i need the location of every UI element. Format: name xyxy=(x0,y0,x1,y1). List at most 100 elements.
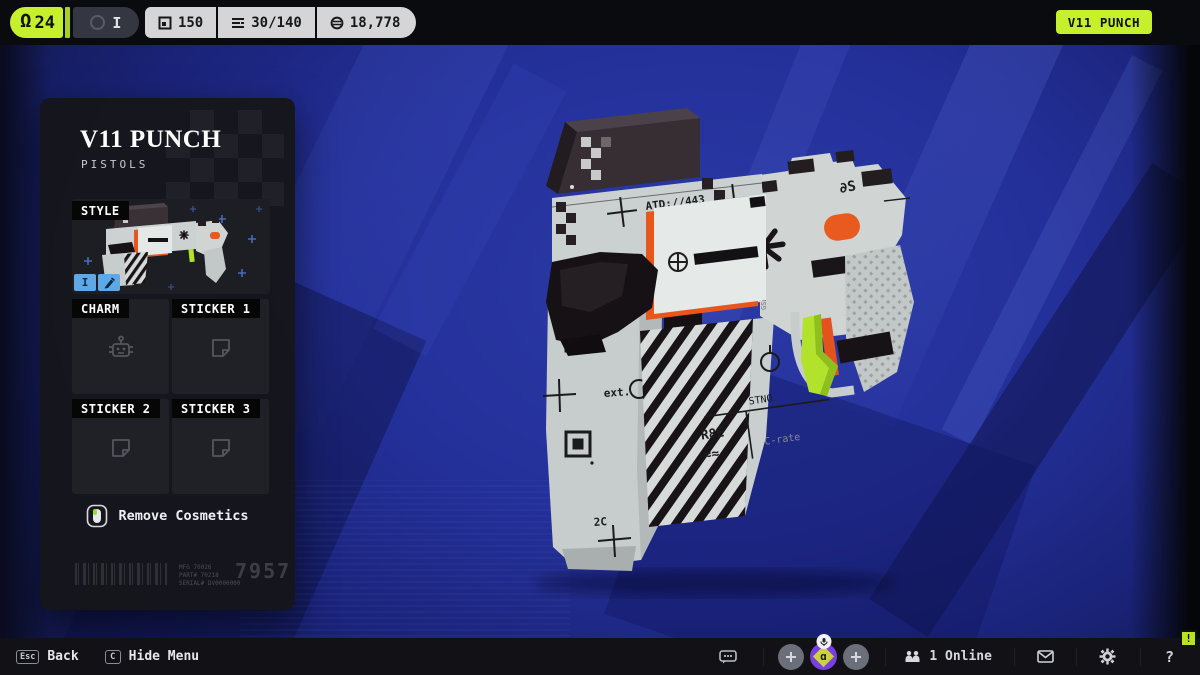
slot-sticker-1[interactable]: STICKER 1 xyxy=(172,299,269,394)
gun-hazard-panel xyxy=(640,296,753,527)
style-label: STYLE xyxy=(72,201,129,220)
gun-dark-block xyxy=(546,252,658,356)
gun-front-column: ext. 2C xyxy=(543,289,662,571)
gun-grip xyxy=(837,245,914,392)
asterisk-marker-icon xyxy=(740,224,785,269)
style-edit-badge xyxy=(98,274,120,291)
settings-button[interactable] xyxy=(1099,648,1116,665)
level-value: 24 xyxy=(34,13,54,33)
style-badges: I xyxy=(74,274,120,291)
checker-decor xyxy=(166,110,284,208)
slot-charm-label: CHARM xyxy=(72,299,129,318)
gun-trigger-group xyxy=(795,312,854,396)
customization-panel: V11 PUNCH PISTOLS xyxy=(40,98,295,610)
slot-sticker-3[interactable]: STICKER 3 xyxy=(172,399,269,494)
help-button[interactable]: ? xyxy=(1165,648,1174,666)
gun-label-r8e: R8E xyxy=(700,425,725,443)
help-label: ? xyxy=(1165,648,1174,666)
gear-icon xyxy=(1099,648,1116,665)
hide-menu-button[interactable]: C Hide Menu xyxy=(105,649,199,664)
gun-orange-card xyxy=(646,194,766,320)
level-pill-divider xyxy=(65,7,70,38)
dot-matrix-digits: 7957 xyxy=(235,559,291,583)
players-online-icon xyxy=(904,650,921,663)
equipped-weapon-badge: V11 PUNCH xyxy=(1056,10,1152,34)
gun-side-serial: GSE 1.1 NCM511 xyxy=(760,251,768,310)
remove-cosmetics-button[interactable]: Remove Cosmetics xyxy=(40,504,295,528)
bar-divider xyxy=(763,648,764,666)
gun-label-stno: STNO xyxy=(748,393,773,407)
cross-marker-icon xyxy=(717,182,750,215)
frame-icon xyxy=(158,16,172,30)
plus-icon xyxy=(785,651,797,663)
cross-marker-icon xyxy=(598,525,631,557)
remove-cosmetics-label: Remove Cosmetics xyxy=(118,508,248,524)
bar-divider xyxy=(885,648,886,666)
avatar-emblem: ɑ xyxy=(813,646,834,667)
back-label: Back xyxy=(47,649,78,664)
add-party-member-button[interactable] xyxy=(843,644,869,670)
add-party-member-button[interactable] xyxy=(778,644,804,670)
gun-label-ext: ext. xyxy=(603,385,630,400)
credits-icon xyxy=(330,16,344,30)
online-status[interactable]: 1 Online xyxy=(904,649,992,664)
notification-badge-label: ! xyxy=(1185,632,1192,645)
stat-credits[interactable]: 18,778 xyxy=(317,7,417,38)
notification-badge[interactable]: ! xyxy=(1180,630,1197,647)
slot-charm[interactable]: CHARM xyxy=(72,299,169,394)
level-pill[interactable]: Ω 24 xyxy=(10,7,63,38)
gun-rear-body: ∂S GSE 1.1 NCM511 STNO R8E ≈≈ C-rate xyxy=(696,150,910,465)
footer-line: PART# 70218 xyxy=(179,572,240,580)
page-title: V11 PUNCH xyxy=(80,126,221,154)
rank-value: I xyxy=(112,14,121,32)
rank-ring-icon xyxy=(90,15,105,30)
cosmetic-slots: CHARM STICKER 1 STICKER 2 xyxy=(72,299,269,494)
gun-suppressor xyxy=(546,108,700,194)
slot-sticker-3-label: STICKER 3 xyxy=(172,399,260,418)
hide-menu-label: Hide Menu xyxy=(129,649,199,664)
rank-pill[interactable]: I xyxy=(73,7,139,38)
robot-charm-icon xyxy=(106,334,136,362)
style-edit-icon xyxy=(103,277,115,289)
currency-group: 150 30/140 18,778 xyxy=(145,7,416,38)
bracket-marker-icon xyxy=(566,327,590,351)
mouse-click-icon xyxy=(86,504,108,528)
gun-shadow xyxy=(535,570,895,596)
cross-marker-icon xyxy=(543,379,576,412)
gun-mid-strip xyxy=(745,317,774,516)
back-button[interactable]: Esc Back xyxy=(16,649,79,664)
style-tier-label: I xyxy=(82,276,89,289)
stat-rounds[interactable]: 30/140 xyxy=(218,7,317,38)
stat-frames-value: 150 xyxy=(178,15,203,31)
cross-marker-icon xyxy=(605,195,638,228)
plus-icon xyxy=(850,651,862,663)
player-avatar[interactable]: ɑ xyxy=(810,643,837,670)
style-tier-badge: I xyxy=(74,274,96,291)
weapon-category: PISTOLS xyxy=(81,158,148,171)
chat-button[interactable] xyxy=(719,650,737,664)
gun-label-wave: ≈≈ xyxy=(703,446,721,463)
stat-rounds-value: 30/140 xyxy=(251,15,302,31)
bar-divider xyxy=(1014,648,1015,666)
slot-sticker-2[interactable]: STICKER 2 xyxy=(72,399,169,494)
sticker-icon xyxy=(107,434,135,462)
bottom-bar: Esc Back C Hide Menu ɑ xyxy=(0,638,1200,675)
stat-frames[interactable]: 150 xyxy=(145,7,218,38)
gun-label-atd: ATD://443 xyxy=(645,193,706,213)
circle-cross-icon xyxy=(669,253,687,271)
mail-icon xyxy=(1037,650,1054,663)
inbox-button[interactable] xyxy=(1037,650,1054,663)
gun-spec-table: STNO R8E ≈≈ C-rate xyxy=(696,386,835,466)
gun-label-2c: 2C xyxy=(593,515,607,529)
top-bar: Ω 24 I 150 30/140 18,778 xyxy=(0,0,1200,45)
slot-sticker-2-label: STICKER 2 xyxy=(72,399,160,418)
slot-sticker-1-label: STICKER 1 xyxy=(172,299,260,318)
bracket-marker-icon xyxy=(566,432,590,456)
barcode-decor xyxy=(75,563,167,585)
embark-logo-icon: Ω xyxy=(20,12,31,31)
avatar-glyph: ɑ xyxy=(821,650,828,663)
sticker-icon xyxy=(207,434,235,462)
chat-icon xyxy=(719,650,737,664)
online-count-label: 1 Online xyxy=(929,649,992,664)
panel-footer-decor: MFG 70026 PART# 70218 SERIAL# DV0000000 … xyxy=(75,561,270,595)
